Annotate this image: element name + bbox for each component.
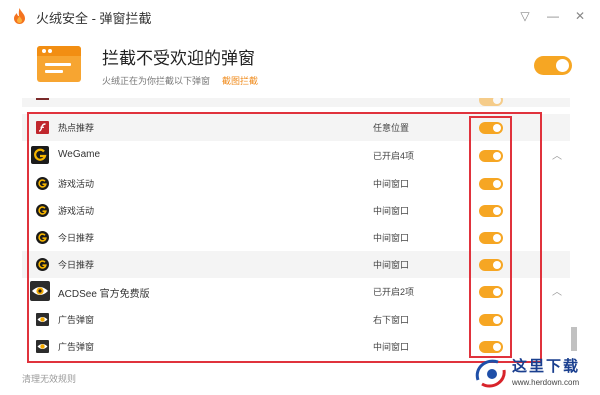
- screenshot-block-link[interactable]: 截图拦截: [222, 74, 258, 87]
- huorong-logo-icon: [14, 8, 25, 24]
- watermark: 这里下载 www.herdown.com: [470, 352, 598, 394]
- scrollbar-track[interactable]: [570, 98, 578, 362]
- watermark-text: 这里下载: [512, 357, 581, 375]
- watermark-url: www.herdown.com: [512, 378, 580, 387]
- toggle-knob: [556, 59, 569, 72]
- master-toggle[interactable]: [534, 56, 572, 75]
- toggle-switch[interactable]: [479, 98, 503, 106]
- app-icon: [36, 98, 49, 100]
- watermark-logo-icon: [475, 359, 506, 388]
- chevron-up-icon[interactable]: ︿: [552, 283, 562, 298]
- title-bar: 火绒安全 - 弹窗拦截 ▽ — ✕: [0, 0, 600, 32]
- chevron-up-icon[interactable]: ︿: [552, 147, 562, 162]
- header-description: 火绒正在为你拦截以下弹窗: [102, 76, 211, 86]
- minimize-icon[interactable]: —: [543, 6, 563, 26]
- popup-window-icon: [37, 46, 81, 82]
- close-icon[interactable]: ✕: [570, 6, 590, 26]
- clean-invalid-rules-link[interactable]: 清理无效规则: [22, 372, 76, 385]
- scrollbar-thumb[interactable]: [571, 327, 577, 351]
- menu-icon[interactable]: ▽: [515, 6, 535, 26]
- app-title: 火绒安全 - 弹窗拦截: [36, 11, 152, 26]
- annotation-box-toggles: [469, 116, 512, 358]
- annotation-box-list: [27, 112, 542, 363]
- page-title: 拦截不受欢迎的弹窗: [102, 49, 255, 68]
- list-item-partial: [22, 98, 570, 107]
